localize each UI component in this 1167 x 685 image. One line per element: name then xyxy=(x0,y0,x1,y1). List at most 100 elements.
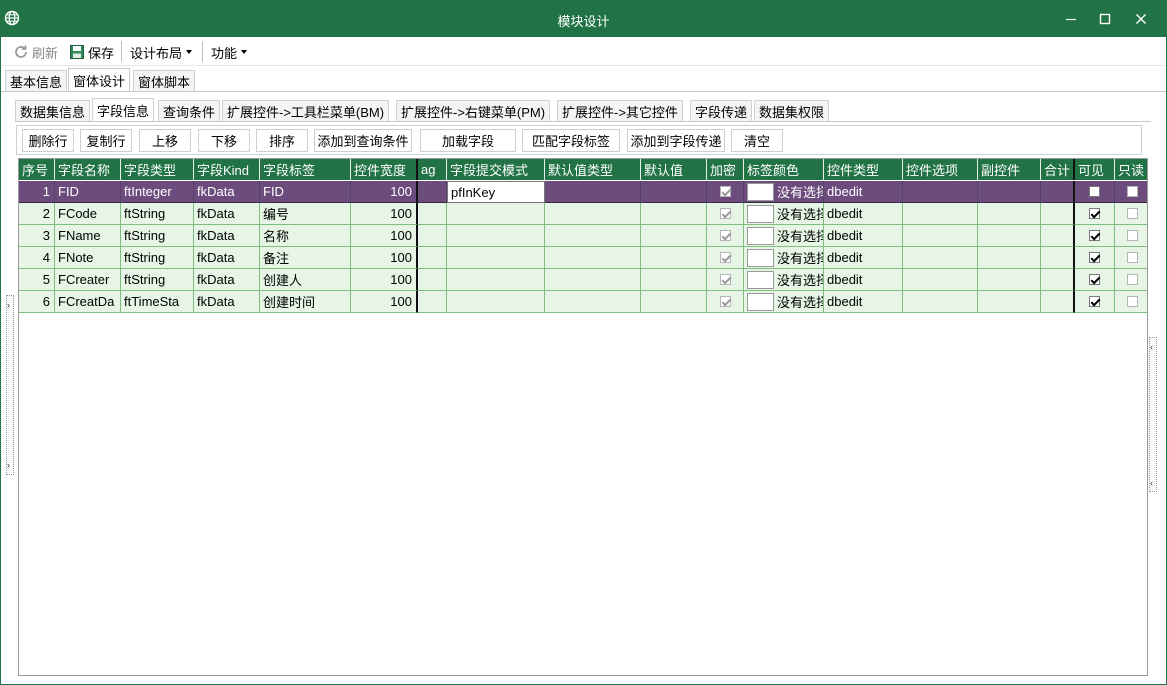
table-cell[interactable]: ftTimeSta xyxy=(121,291,194,313)
checkbox[interactable] xyxy=(1089,252,1100,263)
table-cell[interactable] xyxy=(1075,247,1115,269)
column-header[interactable]: 可见 xyxy=(1075,159,1115,180)
table-cell[interactable] xyxy=(447,247,545,269)
checkbox[interactable] xyxy=(1127,230,1138,241)
table-cell[interactable] xyxy=(545,181,641,203)
table-cell[interactable]: dbedit xyxy=(824,225,903,247)
table-cell[interactable] xyxy=(707,269,744,291)
table-cell[interactable] xyxy=(418,181,447,203)
table-cell[interactable] xyxy=(1041,291,1075,313)
checkbox[interactable] xyxy=(719,208,731,219)
color-swatch[interactable] xyxy=(747,270,774,289)
table-cell[interactable] xyxy=(707,247,744,269)
table-cell[interactable] xyxy=(447,203,545,225)
table-cell[interactable]: 创建时间 xyxy=(260,291,351,313)
table-cell[interactable] xyxy=(641,225,707,247)
table-cell[interactable] xyxy=(903,269,978,291)
table-cell[interactable]: 4 xyxy=(19,247,55,269)
table-cell[interactable]: fkData xyxy=(194,291,260,313)
table-cell[interactable]: 没有选择 xyxy=(744,247,824,269)
table-cell[interactable] xyxy=(447,291,545,313)
color-swatch[interactable] xyxy=(747,204,774,223)
table-cell[interactable]: 没有选择 xyxy=(744,203,824,225)
table-cell[interactable] xyxy=(1115,225,1147,247)
table-cell[interactable] xyxy=(1041,247,1075,269)
table-cell[interactable] xyxy=(1115,181,1147,203)
checkbox[interactable] xyxy=(719,186,731,197)
table-cell[interactable] xyxy=(903,181,978,203)
table-cell[interactable] xyxy=(1041,203,1075,225)
column-header[interactable]: 字段提交模式 xyxy=(447,159,545,180)
column-header[interactable]: 字段类型 xyxy=(121,159,194,180)
table-cell[interactable]: FCreater xyxy=(55,269,121,291)
table-cell[interactable] xyxy=(1041,269,1075,291)
table-cell[interactable]: 创建人 xyxy=(260,269,351,291)
table-cell[interactable]: pfInKey xyxy=(447,181,545,203)
table-cell[interactable]: 没有选择 xyxy=(744,269,824,291)
column-header[interactable]: 控件宽度 xyxy=(351,159,418,180)
table-cell[interactable]: 备注 xyxy=(260,247,351,269)
checkbox[interactable] xyxy=(719,252,731,263)
table-cell[interactable]: fkData xyxy=(194,203,260,225)
table-cell[interactable]: FID xyxy=(55,181,121,203)
color-swatch[interactable] xyxy=(747,226,774,245)
color-swatch[interactable] xyxy=(747,248,774,267)
table-cell[interactable]: 没有选择 xyxy=(744,291,824,313)
table-cell[interactable] xyxy=(1075,269,1115,291)
column-header[interactable]: ag xyxy=(418,159,447,180)
left-splitter-handle[interactable]: › › xyxy=(6,295,14,475)
table-cell[interactable] xyxy=(545,269,641,291)
minimize-button[interactable] xyxy=(1053,0,1089,37)
right-splitter-handle[interactable]: ‹ ‹ xyxy=(1149,337,1157,492)
table-cell[interactable] xyxy=(1041,181,1075,203)
table-cell[interactable]: fkData xyxy=(194,247,260,269)
table-row[interactable]: 2 FCode ftString fkData 编号 100 没有选择 dbedit xyxy=(19,203,1147,225)
table-cell[interactable] xyxy=(903,225,978,247)
table-cell[interactable]: 100 xyxy=(351,247,418,269)
table-cell[interactable]: fkData xyxy=(194,181,260,203)
table-cell[interactable]: dbedit xyxy=(824,291,903,313)
table-cell[interactable] xyxy=(707,225,744,247)
checkbox[interactable] xyxy=(719,230,731,241)
table-cell[interactable] xyxy=(903,247,978,269)
table-cell[interactable]: ftString xyxy=(121,269,194,291)
table-cell[interactable]: fkData xyxy=(194,269,260,291)
table-cell[interactable]: 3 xyxy=(19,225,55,247)
delete-row-button[interactable]: 删除行 xyxy=(22,129,74,152)
table-cell[interactable] xyxy=(707,291,744,313)
table-row[interactable]: 1 FID ftInteger fkData FID 100 pfInKey 没有选择 dbed… xyxy=(19,181,1147,203)
column-header[interactable]: 默认值类型 xyxy=(545,159,641,180)
table-cell[interactable]: 6 xyxy=(19,291,55,313)
column-header[interactable]: 序号 xyxy=(19,159,55,180)
table-cell[interactable]: ftString xyxy=(121,225,194,247)
column-header[interactable]: 加密 xyxy=(707,159,744,180)
table-cell[interactable] xyxy=(1075,203,1115,225)
table-cell[interactable]: 名称 xyxy=(260,225,351,247)
checkbox[interactable] xyxy=(1089,186,1100,197)
sort-button[interactable]: 排序 xyxy=(256,129,308,152)
field-grid[interactable]: 序号 字段名称 字段类型 字段Kind 字段标签 控件宽度 ag 字段提交模式 默认值类型 默认值… xyxy=(18,158,1148,676)
tab-form-script[interactable]: 窗体脚本 xyxy=(133,70,196,92)
table-cell[interactable] xyxy=(641,247,707,269)
refresh-button[interactable]: 刷新 xyxy=(13,43,58,61)
table-cell[interactable] xyxy=(545,225,641,247)
checkbox[interactable] xyxy=(719,274,731,285)
column-header[interactable]: 控件类型 xyxy=(824,159,903,180)
table-cell[interactable]: 没有选择 xyxy=(744,181,824,203)
table-cell[interactable] xyxy=(1041,225,1075,247)
table-cell[interactable] xyxy=(418,291,447,313)
tab-field-transfer[interactable]: 字段传递 xyxy=(690,100,753,122)
tab-other-controls[interactable]: 扩展控件->其它控件 xyxy=(557,100,683,122)
clear-button[interactable]: 清空 xyxy=(731,129,783,152)
table-row[interactable]: 3 FName ftString fkData 名称 100 没有选择 dbedit xyxy=(19,225,1147,247)
maximize-button[interactable] xyxy=(1087,0,1123,37)
checkbox[interactable] xyxy=(1127,274,1138,285)
table-cell[interactable] xyxy=(418,203,447,225)
checkbox[interactable] xyxy=(1089,296,1100,307)
table-cell[interactable] xyxy=(707,203,744,225)
column-header[interactable]: 字段Kind xyxy=(194,159,260,180)
column-header[interactable]: 字段名称 xyxy=(55,159,121,180)
table-cell[interactable]: ftInteger xyxy=(121,181,194,203)
table-cell[interactable]: 没有选择 xyxy=(744,225,824,247)
tab-basic-info[interactable]: 基本信息 xyxy=(5,70,68,92)
